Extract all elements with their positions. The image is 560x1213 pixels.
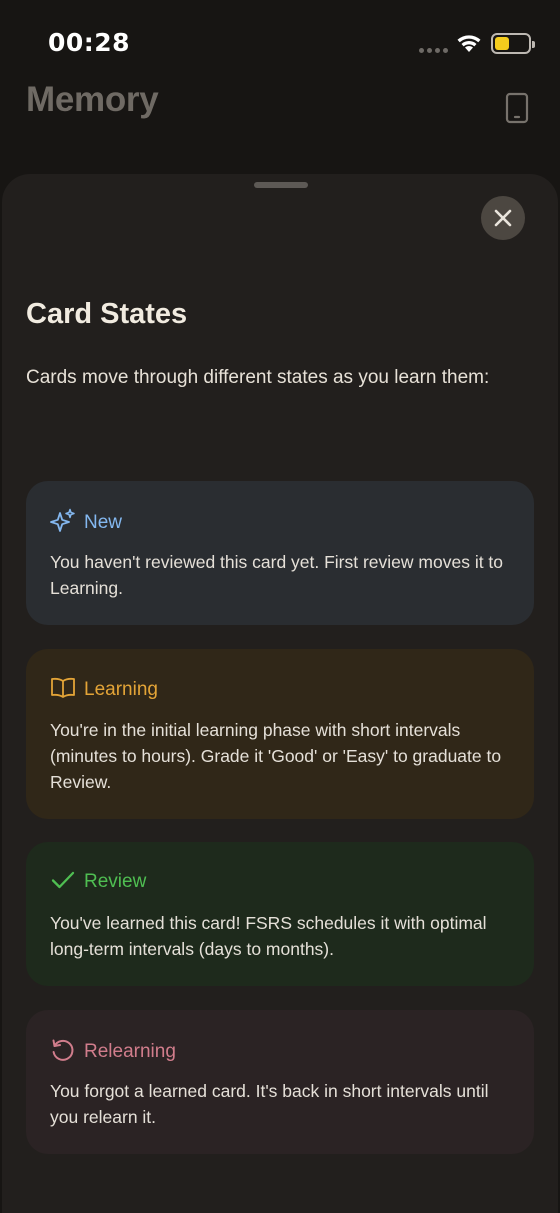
wifi-icon xyxy=(455,32,483,58)
close-icon xyxy=(494,209,512,227)
sheet-title: Card States xyxy=(26,298,188,330)
status-time: 00:28 xyxy=(48,28,131,57)
close-button[interactable] xyxy=(481,196,525,240)
state-card-learning: Learning You're in the initial learning … xyxy=(26,649,534,819)
state-label-relearning: Relearning xyxy=(84,1041,176,1062)
state-description-new: You haven't reviewed this card yet. Firs… xyxy=(50,552,504,598)
cellular-signal-icon xyxy=(419,48,448,53)
screen: 00:28 Memory Card States Cards move thro… xyxy=(0,0,560,1213)
state-description-relearning: You forgot a learned card. It's back in … xyxy=(50,1081,489,1127)
battery-icon xyxy=(491,33,535,54)
state-description-learning: You're in the initial learning phase wit… xyxy=(50,720,502,792)
app-title: Memory xyxy=(26,80,159,119)
rotate-ccw-icon xyxy=(50,1037,76,1067)
phone-device-icon[interactable] xyxy=(505,92,529,128)
state-card-relearning: Relearning You forgot a learned card. It… xyxy=(26,1010,534,1154)
book-icon xyxy=(50,676,76,704)
checkmark-icon xyxy=(50,869,76,895)
state-description-review: You've learned this card! FSRS schedules… xyxy=(50,913,487,959)
state-label-learning: Learning xyxy=(84,679,158,700)
state-card-new: New You haven't reviewed this card yet. … xyxy=(26,481,534,625)
state-label-review: Review xyxy=(84,871,147,892)
sparkles-icon xyxy=(50,508,76,538)
state-label-new: New xyxy=(84,512,123,533)
card-states-sheet: Card States Cards move through different… xyxy=(2,174,558,1213)
status-bar: 00:28 xyxy=(0,0,560,80)
state-card-review: Review You've learned this card! FSRS sc… xyxy=(26,842,534,986)
sheet-grabber[interactable] xyxy=(254,182,308,188)
sheet-intro: Cards move through different states as y… xyxy=(26,367,490,388)
